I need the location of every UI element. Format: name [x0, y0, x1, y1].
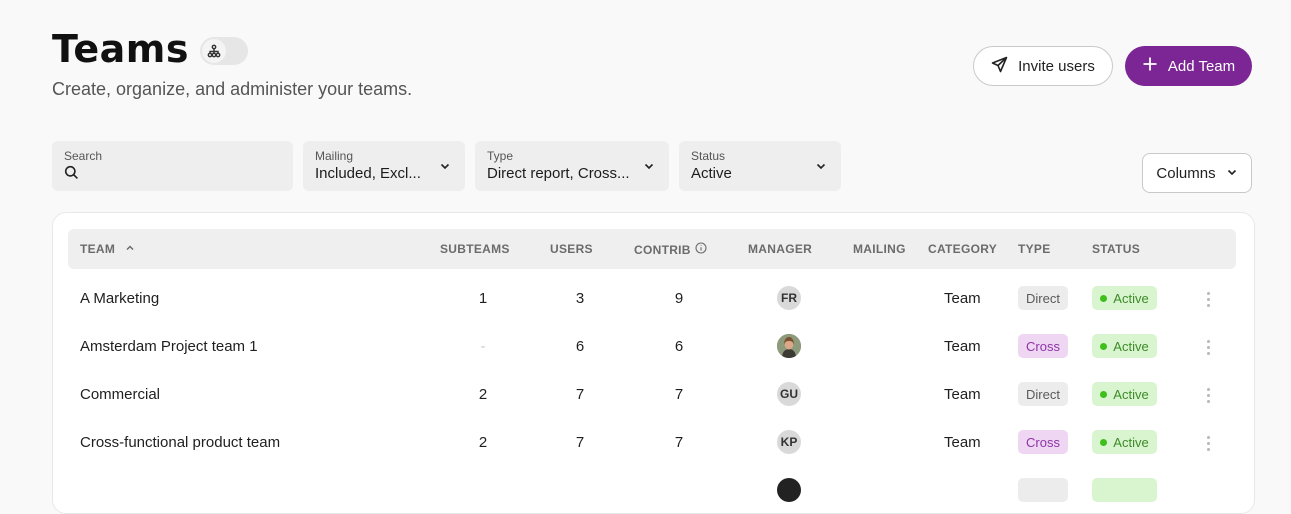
status-badge-label: Active — [1113, 434, 1149, 450]
avatar[interactable]: KP — [777, 430, 801, 454]
team-name-cell[interactable]: Cross-functional product team — [80, 434, 280, 451]
status-badge-partial — [1092, 478, 1157, 502]
status-badge-label: Active — [1113, 290, 1149, 306]
hierarchy-icon — [202, 39, 226, 63]
kebab-menu-icon[interactable] — [1206, 340, 1212, 358]
search-label: Search — [64, 149, 103, 163]
status-badge: Active — [1092, 334, 1157, 358]
column-header-contrib[interactable]: CONTRIB — [634, 242, 707, 257]
subteams-cell: 2 — [478, 434, 488, 451]
search-filter[interactable]: Search — [52, 141, 293, 191]
avatar[interactable]: GU — [777, 382, 801, 406]
columns-label: Columns — [1156, 164, 1216, 182]
chevron-down-icon — [815, 159, 827, 177]
column-header-type[interactable]: TYPE — [1018, 242, 1051, 256]
subteams-cell: 2 — [478, 386, 488, 403]
kebab-menu-icon[interactable] — [1206, 436, 1212, 454]
columns-button[interactable]: Columns — [1142, 153, 1252, 193]
avatar[interactable]: FR — [777, 286, 801, 310]
users-cell: 6 — [575, 338, 585, 355]
users-cell: 7 — [575, 434, 585, 451]
contrib-cell: 7 — [674, 386, 684, 403]
mailing-value: Included, Excl... — [315, 165, 421, 182]
kebab-menu-icon[interactable] — [1206, 292, 1212, 310]
chevron-down-icon — [643, 159, 655, 177]
invite-users-label: Invite users — [1018, 57, 1095, 75]
subteams-cell: 1 — [478, 290, 488, 307]
column-header-category[interactable]: CATEGORY — [928, 242, 997, 256]
type-badge: Cross — [1018, 334, 1068, 358]
subteams-cell: - — [480, 338, 486, 355]
contrib-cell: 7 — [674, 434, 684, 451]
type-value: Direct report, Cross... — [487, 165, 630, 182]
team-name-cell[interactable]: Commercial — [80, 386, 160, 403]
type-badge: Cross — [1018, 430, 1068, 454]
mailing-label: Mailing — [315, 149, 354, 163]
chevron-down-icon — [439, 159, 451, 177]
column-header-team[interactable]: TEAM — [80, 242, 135, 256]
contrib-cell: 9 — [674, 290, 684, 307]
mailing-filter[interactable]: Mailing Included, Excl... — [303, 141, 465, 191]
invite-users-button[interactable]: Invite users — [973, 46, 1113, 86]
type-label: Type — [487, 149, 514, 163]
info-icon[interactable] — [695, 242, 707, 257]
users-cell: 3 — [575, 290, 585, 307]
status-badge-label: Active — [1113, 338, 1149, 354]
chevron-up-icon — [125, 242, 135, 256]
type-filter[interactable]: Type Direct report, Cross... — [475, 141, 669, 191]
column-header-subteams[interactable]: SUBTEAMS — [440, 242, 510, 256]
category-cell: Team — [944, 434, 981, 451]
column-header-status[interactable]: STATUS — [1092, 242, 1140, 256]
column-header-contrib-label: CONTRIB — [634, 243, 691, 257]
avatar-photo[interactable] — [777, 478, 801, 502]
column-header-users[interactable]: USERS — [550, 242, 593, 256]
status-value: Active — [691, 165, 732, 182]
status-dot-icon — [1100, 438, 1108, 446]
status-badge: Active — [1092, 382, 1157, 406]
type-badge-partial — [1018, 478, 1068, 502]
status-dot-icon — [1100, 294, 1108, 302]
status-dot-icon — [1100, 342, 1108, 350]
team-name-cell[interactable]: A Marketing — [80, 290, 159, 307]
column-header-manager[interactable]: MANAGER — [748, 242, 812, 256]
team-name-cell[interactable]: Amsterdam Project team 1 — [80, 338, 258, 355]
column-header-mailing[interactable]: MAILING — [853, 242, 906, 256]
page-subtitle: Create, organize, and administer your te… — [52, 79, 413, 99]
type-badge: Direct — [1018, 286, 1068, 310]
add-team-label: Add Team — [1167, 57, 1236, 75]
status-label: Status — [691, 149, 726, 163]
add-team-button[interactable]: Add Team — [1125, 46, 1252, 86]
category-cell: Team — [944, 386, 981, 403]
paper-plane-icon — [991, 56, 1008, 77]
status-dot-icon — [1100, 390, 1108, 398]
search-icon — [64, 165, 281, 185]
contrib-cell: 6 — [674, 338, 684, 355]
category-cell: Team — [944, 338, 981, 355]
page-title: Teams — [52, 27, 190, 71]
status-filter[interactable]: Status Active — [679, 141, 841, 191]
kebab-menu-icon[interactable] — [1206, 388, 1212, 406]
column-header-team-label: TEAM — [80, 242, 116, 256]
users-cell: 7 — [575, 386, 585, 403]
avatar-photo[interactable] — [777, 334, 801, 358]
plus-icon — [1142, 56, 1158, 76]
status-badge: Active — [1092, 286, 1157, 310]
status-badge: Active — [1092, 430, 1157, 454]
status-badge-label: Active — [1113, 386, 1149, 402]
hierarchy-view-toggle[interactable] — [200, 37, 248, 65]
chevron-down-icon — [1226, 165, 1238, 182]
type-badge: Direct — [1018, 382, 1068, 406]
category-cell: Team — [944, 290, 981, 307]
